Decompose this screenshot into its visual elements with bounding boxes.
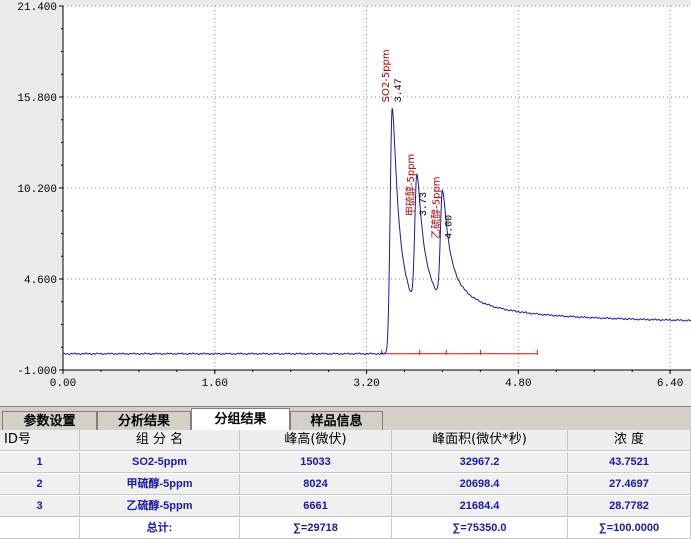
- x-tick-label: 3.20: [353, 378, 379, 390]
- x-tick-label: 1.60: [202, 378, 228, 390]
- x-tick-label: 6.40: [657, 378, 683, 390]
- tab-parameter-settings[interactable]: 参数设置: [2, 411, 97, 431]
- tab-group-results[interactable]: 分组结果: [191, 408, 290, 431]
- plot-background: [63, 6, 691, 370]
- header-peak-height[interactable]: 峰高(微伏): [240, 430, 392, 451]
- cell-concentration: 28.7782: [568, 496, 691, 517]
- total-concentration: ∑=100.0000: [568, 518, 691, 539]
- y-tick-label: 4.600: [24, 275, 57, 287]
- chromatogram-panel[interactable]: 0.00 1.60 3.20 4.80 6.40 21.400 15.800 10.200 4.…: [0, 0, 691, 406]
- peak-time-label: 3.47: [394, 78, 405, 102]
- peak-time-label: 3.73: [419, 192, 430, 216]
- total-id-cell: [0, 518, 80, 539]
- table-row[interactable]: 3 乙硫醇-5ppm 6661 21684.4 28.7782: [0, 496, 691, 517]
- table-header-row: ID号 组 分 名 峰高(微伏) 峰面积(微伏*秒) 浓 度: [0, 430, 691, 451]
- total-peak-area: ∑=75350.0: [392, 518, 568, 539]
- tab-sample-info[interactable]: 样品信息: [290, 411, 383, 431]
- y-tick-label: 21.400: [17, 2, 57, 14]
- table-totals-row: 总计: ∑=29718 ∑=75350.0 ∑=100.0000: [0, 518, 691, 539]
- x-tick-label: 4.80: [505, 378, 531, 390]
- cell-peak-height: 6661: [240, 496, 392, 517]
- x-tick-label: 0.00: [50, 378, 76, 390]
- cell-id: 2: [0, 474, 80, 495]
- result-tabs: 参数设置 分析结果 分组结果 样品信息: [0, 406, 691, 431]
- header-concentration[interactable]: 浓 度: [568, 430, 691, 451]
- cell-id: 1: [0, 452, 80, 473]
- cell-component-name: 甲硫醇-5ppm: [80, 474, 240, 495]
- cell-component-name: 乙硫醇-5ppm: [80, 496, 240, 517]
- total-label: 总计:: [80, 518, 240, 539]
- cell-peak-area: 32967.2: [392, 452, 568, 473]
- peak-name-label: SO2-5ppm: [381, 49, 392, 102]
- peak-name-label: 乙硫醇-5ppm: [429, 176, 442, 238]
- y-tick-label: -1.000: [17, 366, 57, 378]
- header-peak-area[interactable]: 峰面积(微伏*秒): [392, 430, 568, 451]
- y-tick-label: 10.200: [17, 184, 57, 196]
- chromatogram-chart[interactable]: 0.00 1.60 3.20 4.80 6.40 21.400 15.800 10.200 4.…: [0, 0, 691, 406]
- table-row[interactable]: 2 甲硫醇-5ppm 8024 20698.4 27.4697: [0, 474, 691, 495]
- cell-peak-area: 20698.4: [392, 474, 568, 495]
- cell-id: 3: [0, 496, 80, 517]
- cell-component-name: SO2-5ppm: [80, 452, 240, 473]
- tab-analysis-results[interactable]: 分析结果: [97, 411, 191, 431]
- group-results-table: ID号 组 分 名 峰高(微伏) 峰面积(微伏*秒) 浓 度 1 SO2-5pp…: [0, 430, 691, 539]
- cell-peak-height: 15033: [240, 452, 392, 473]
- peak-name-label: 甲硫醇-5ppm: [404, 154, 417, 216]
- header-id[interactable]: ID号: [0, 430, 80, 451]
- cell-peak-area: 21684.4: [392, 496, 568, 517]
- total-peak-height: ∑=29718: [240, 518, 392, 539]
- header-component-name[interactable]: 组 分 名: [80, 430, 240, 451]
- table-row[interactable]: 1 SO2-5ppm 15033 32967.2 43.7521: [0, 452, 691, 473]
- cell-peak-height: 8024: [240, 474, 392, 495]
- cell-concentration: 43.7521: [568, 452, 691, 473]
- cell-concentration: 27.4697: [568, 474, 691, 495]
- y-tick-label: 15.800: [17, 93, 57, 105]
- peak-time-label: 4.00: [444, 215, 455, 239]
